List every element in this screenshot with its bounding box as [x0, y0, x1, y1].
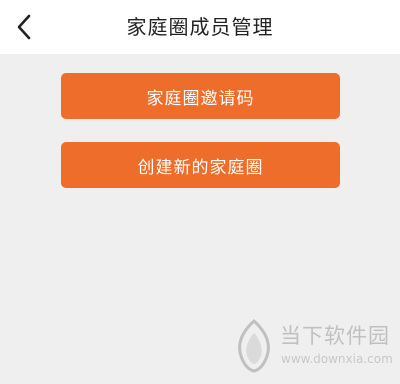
watermark-url: www.downxia.com — [281, 352, 393, 366]
page-title: 家庭圈成员管理 — [126, 15, 274, 39]
create-family-circle-button[interactable]: 创建新的家庭圈 — [61, 142, 340, 188]
watermark-name: 当下软件园 — [280, 324, 390, 348]
invite-code-button[interactable]: 家庭圈邀请码 — [61, 73, 340, 119]
watermark-logo-icon — [238, 318, 270, 373]
watermark: 当下软件园 www.downxia.com — [232, 318, 393, 374]
top-bar: 家庭圈成员管理 — [0, 0, 400, 54]
